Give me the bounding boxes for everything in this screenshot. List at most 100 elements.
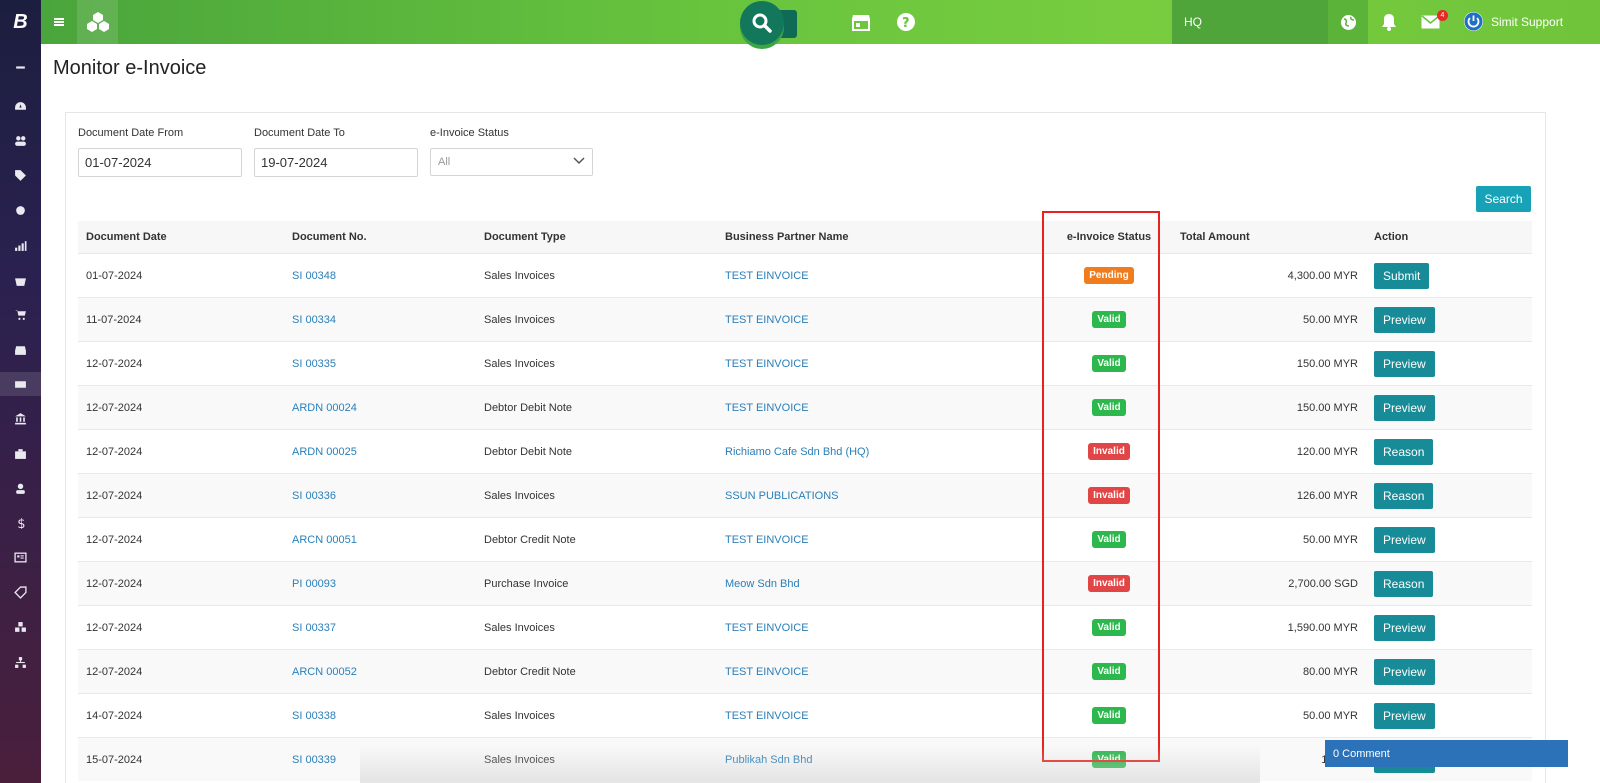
menu-icon[interactable] (47, 0, 71, 44)
reason-button[interactable]: Reason (1374, 482, 1434, 509)
brand-logo[interactable]: B (0, 0, 41, 44)
document-no-link[interactable]: SI 00334 (292, 298, 336, 341)
status-cell: Invalid (1044, 562, 1174, 605)
reason-button[interactable]: Reason (1374, 570, 1434, 597)
document-no-link[interactable]: ARDN 00024 (292, 386, 357, 429)
document-no-link[interactable]: ARDN 00025 (292, 430, 357, 473)
document-no-link[interactable]: SI 00336 (292, 474, 336, 517)
inbox-icon[interactable] (0, 337, 41, 361)
preview-button[interactable]: Preview (1374, 306, 1435, 333)
header-total-amount[interactable]: Total Amount (1180, 221, 1250, 253)
status-cell: Invalid (1044, 474, 1174, 517)
mail-count-badge: 4 (1437, 10, 1448, 21)
header-business-partner[interactable]: Business Partner Name (725, 221, 849, 253)
header-action: Action (1374, 231, 1409, 243)
preview-button[interactable]: Preview (1374, 394, 1435, 421)
branch-selector[interactable]: HQ (1172, 0, 1328, 44)
search-icon[interactable] (740, 1, 784, 45)
user-name[interactable]: Simit Support (1491, 0, 1563, 44)
header-document-date[interactable]: Document Date (86, 221, 167, 253)
power-icon[interactable] (1464, 12, 1483, 31)
status-cell: Valid (1044, 694, 1174, 737)
chevron-down-icon (573, 156, 585, 168)
business-partner-link[interactable]: TEST EINVOICE (725, 298, 809, 341)
preview-button[interactable]: Preview (1374, 658, 1435, 685)
cubes-logo-icon[interactable] (77, 0, 118, 44)
table-row: 12-07-2024 ARDN 00024 Debtor Debit Note TES… (78, 385, 1532, 429)
preview-button[interactable]: Preview (1374, 350, 1435, 377)
tags-icon[interactable] (0, 163, 41, 187)
preview-button[interactable]: Preview (1374, 614, 1435, 641)
document-no-link[interactable]: SI 00337 (292, 606, 336, 649)
total-amount: 2,700.00 SGD (1288, 577, 1358, 590)
business-partner-link[interactable]: TEST EINVOICE (725, 342, 809, 385)
document-no-link[interactable]: SI 00338 (292, 694, 336, 737)
table-row: 12-07-2024 ARCN 00052 Debtor Credit Note TE… (78, 649, 1532, 693)
document-date: 12-07-2024 (86, 665, 143, 678)
date-to-input[interactable]: 19-07-2024 (254, 148, 418, 177)
business-partner-link[interactable]: TEST EINVOICE (725, 694, 809, 737)
header-document-type[interactable]: Document Type (484, 221, 566, 253)
briefcase-icon[interactable] (0, 441, 41, 465)
total-amount: 150.00 MYR (1296, 401, 1358, 414)
business-partner-link[interactable]: SSUN PUBLICATIONS (725, 474, 839, 517)
cart-icon[interactable] (0, 302, 41, 326)
document-no-link[interactable]: SI 00348 (292, 254, 336, 297)
document-no-link[interactable]: SI 00339 (292, 738, 336, 781)
business-partner-link[interactable]: TEST EINVOICE (725, 254, 809, 297)
date-to-label: Document Date To (254, 127, 345, 139)
status-badge: Valid (1092, 311, 1126, 328)
header-einvoice-status[interactable]: e-Invoice Status (1044, 221, 1174, 253)
preview-button[interactable]: Preview (1374, 702, 1435, 729)
comment-panel-toggle[interactable]: 0 Comment (1325, 740, 1568, 767)
status-cell: Valid (1044, 518, 1174, 561)
document-no-link[interactable]: ARCN 00052 (292, 650, 357, 693)
dashboard-icon[interactable] (0, 94, 41, 118)
document-no-link[interactable]: PI 00093 (292, 562, 336, 605)
document-type: Sales Invoices (484, 357, 555, 370)
business-partner-link[interactable]: Richiamo Cafe Sdn Bhd (HQ) (725, 430, 869, 473)
status-filter-select[interactable]: All (430, 148, 593, 176)
document-type: Debtor Credit Note (484, 665, 576, 678)
table-row: 14-07-2024 SI 00338 Sales Invoices TEST EIN… (78, 693, 1532, 737)
date-from-input[interactable]: 01-07-2024 (78, 148, 242, 177)
action-cell: Preview (1374, 518, 1435, 561)
business-partner-link[interactable]: TEST EINVOICE (725, 386, 809, 429)
cubes-icon[interactable] (0, 615, 41, 639)
globe-icon[interactable] (1328, 0, 1368, 44)
action-cell: Preview (1374, 386, 1435, 429)
business-partner-link[interactable]: TEST EINVOICE (725, 606, 809, 649)
store-icon[interactable] (851, 12, 871, 32)
preview-button[interactable]: Preview (1374, 526, 1435, 553)
help-icon[interactable]: ? (896, 12, 916, 32)
tag-icon[interactable] (0, 580, 41, 604)
bar-chart-icon[interactable] (0, 233, 41, 257)
sitemap-icon[interactable] (0, 650, 41, 674)
minus-icon[interactable] (0, 55, 41, 79)
search-button[interactable]: Search (1476, 186, 1531, 212)
users-icon[interactable] (0, 128, 41, 152)
action-cell: Preview (1374, 606, 1435, 649)
submit-button[interactable]: Submit (1374, 262, 1430, 289)
dollar-icon[interactable]: $ (0, 510, 41, 534)
business-partner-link[interactable]: Meow Sdn Bhd (725, 562, 800, 605)
id-card-icon[interactable] (0, 545, 41, 569)
action-cell: Preview (1374, 694, 1435, 737)
bank-icon[interactable] (0, 406, 41, 430)
document-no-link[interactable]: SI 00335 (292, 342, 336, 385)
circle-icon[interactable] (0, 198, 41, 222)
svg-text:$: $ (17, 516, 25, 528)
basket-icon[interactable] (0, 268, 41, 292)
status-badge: Valid (1092, 399, 1126, 416)
business-partner-link[interactable]: TEST EINVOICE (725, 650, 809, 693)
business-partner-link[interactable]: TEST EINVOICE (725, 518, 809, 561)
page-title: Monitor e-Invoice (53, 57, 207, 79)
status-cell: Valid (1044, 298, 1174, 341)
reason-button[interactable]: Reason (1374, 438, 1434, 465)
user-icon[interactable] (0, 476, 41, 500)
document-no-link[interactable]: ARCN 00051 (292, 518, 357, 561)
bell-icon[interactable] (1379, 12, 1399, 32)
money-icon[interactable] (0, 372, 41, 396)
header-document-no[interactable]: Document No. (292, 221, 367, 253)
status-badge: Invalid (1088, 487, 1130, 504)
